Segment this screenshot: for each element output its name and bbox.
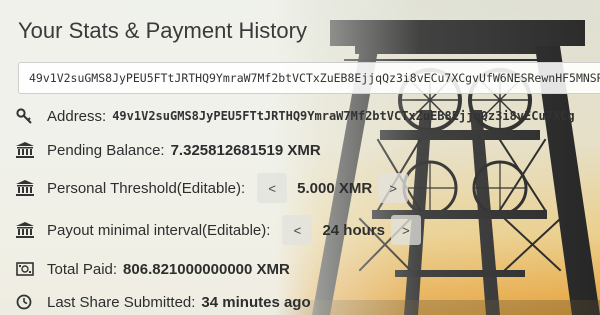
threshold-increase-button[interactable]: > [378,173,409,203]
payout-interval-value: 24 hours [322,221,385,239]
pending-balance-value: 7.325812681519 XMR [170,141,321,159]
personal-threshold-value: 5.000 XMR [297,179,373,197]
page-title: Your Stats & Payment History [18,18,307,43]
money-icon [16,260,38,278]
bank-icon [16,141,38,159]
personal-threshold-label: Personal Threshold(Editable): [47,179,246,197]
payout-interval-label: Payout minimal interval(Editable): [47,221,271,239]
interval-increase-button[interactable]: > [390,215,421,245]
threshold-decrease-button[interactable]: < [257,173,288,203]
address-row: Address: 49v1V2suGMS8JyPEU5FTtJRTHQ9Ymra… [16,104,575,128]
bank-icon [16,179,38,197]
personal-threshold-row: Personal Threshold(Editable): < 5.000 XM… [16,173,418,203]
key-icon [16,107,38,125]
address-value: 49v1V2suGMS8JyPEU5FTtJRTHQ9YmraW7Mf2btVC… [112,109,575,123]
interval-decrease-button[interactable]: < [282,215,313,245]
last-share-value: 34 minutes ago [201,293,311,311]
wallet-address-input[interactable]: 49v1V2suGMS8JyPEU5FTtJRTHQ9YmraW7Mf2btVC… [18,62,600,94]
payout-interval-row: Payout minimal interval(Editable): < 24 … [16,215,431,245]
bank-icon [16,221,38,239]
last-share-row: Last Share Submitted: 34 minutes ago [16,290,311,314]
total-paid-label: Total Paid: [47,260,118,278]
address-label: Address: [47,107,107,125]
total-paid-row: Total Paid: 806.821000000000 XMR [16,257,290,281]
total-paid-value: 806.821000000000 XMR [123,260,290,278]
clock-icon [16,293,38,311]
pending-balance-label: Pending Balance: [47,141,165,159]
last-share-label: Last Share Submitted: [47,293,196,311]
stats-panel: Your Stats & Payment History 49v1V2suGMS… [0,0,600,315]
pending-balance-row: Pending Balance: 7.325812681519 XMR [16,138,321,162]
